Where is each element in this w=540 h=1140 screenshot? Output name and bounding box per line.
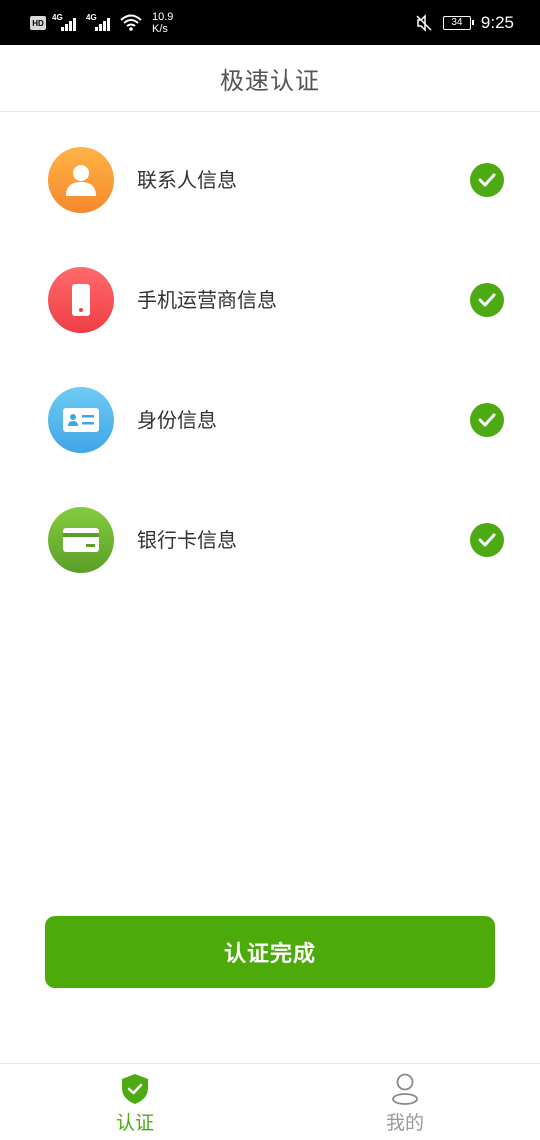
speed-value: 10.9 <box>152 11 174 23</box>
mute-icon <box>416 14 432 32</box>
phone-circle <box>48 267 114 333</box>
battery-icon: 34 <box>442 16 474 30</box>
person-icon <box>66 165 96 196</box>
phone-icon <box>72 284 90 316</box>
check-icon <box>470 163 504 197</box>
check-icon <box>470 283 504 317</box>
item-label: 银行卡信息 <box>137 528 237 552</box>
tab-label: 认证 <box>115 1112 154 1134</box>
bank-circle <box>48 507 114 573</box>
id-circle <box>48 387 114 453</box>
item-label: 手机运营商信息 <box>137 288 277 312</box>
check-icon <box>470 403 504 437</box>
screen: HD 4G 4G 10.9 K/s 34 9:25 极速认证 联系人信息 手机运… <box>0 0 540 1140</box>
tab-mine[interactable]: 我的 <box>270 1064 540 1140</box>
verification-item-bank-card[interactable]: 银行卡信息 <box>0 480 540 600</box>
check-icon <box>470 523 504 557</box>
item-label: 身份信息 <box>137 408 217 432</box>
speed-unit: K/s <box>152 23 168 35</box>
complete-verification-button[interactable]: 认证完成 <box>45 916 495 988</box>
verification-item-carrier[interactable]: 手机运营商信息 <box>0 240 540 360</box>
clock: 9:25 <box>480 13 514 32</box>
contact-circle <box>48 147 114 213</box>
status-right: 34 9:25 <box>415 12 514 34</box>
page-title: 极速认证 <box>220 66 320 95</box>
title-bar: 极速认证 <box>0 45 540 112</box>
verification-item-contacts[interactable]: 联系人信息 <box>0 120 540 240</box>
cell-signal-icon: 4G <box>86 13 114 33</box>
user-outline-icon <box>389 1072 421 1106</box>
tab-label: 我的 <box>385 1112 424 1134</box>
shield-check-icon <box>119 1072 151 1106</box>
item-label: 联系人信息 <box>137 168 237 192</box>
id-card-icon <box>63 408 99 432</box>
tab-bar: 认证 我的 <box>0 1063 540 1140</box>
cell-signal-icon: 4G <box>52 13 80 33</box>
network-speed: 10.9 K/s <box>152 11 173 35</box>
bank-card-icon <box>63 528 99 552</box>
hd-badge: HD <box>30 16 46 30</box>
wifi-icon <box>120 14 142 31</box>
tab-verify[interactable]: 认证 <box>0 1064 270 1140</box>
status-left: HD 4G 4G 10.9 K/s <box>30 10 173 36</box>
status-bar: HD 4G 4G 10.9 K/s 34 9:25 <box>0 0 540 45</box>
verification-item-identity[interactable]: 身份信息 <box>0 360 540 480</box>
